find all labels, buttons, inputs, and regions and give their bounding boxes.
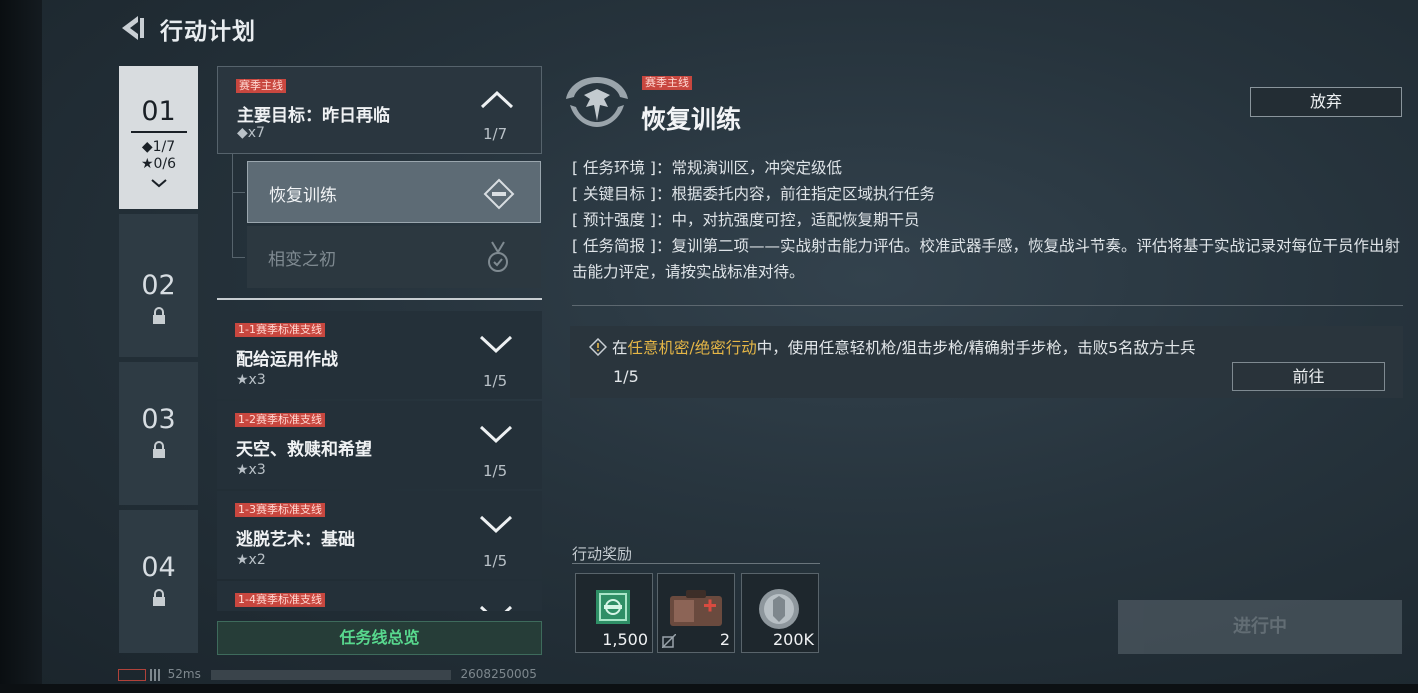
mission-tag: 赛季主线 <box>236 79 286 93</box>
mission-title: 天空、救赎和希望 <box>236 440 372 460</box>
side-mission-card-1-2[interactable]: 1-2赛季标准支线 天空、救赎和希望 ★x3 1/5 <box>217 401 542 489</box>
sub-mission-recovery-training[interactable]: 恢复训练 <box>247 161 541 223</box>
mission-tag: 1-3赛季标准支线 <box>235 503 325 517</box>
supply-crate-icon <box>596 590 630 624</box>
mission-info: [ 任务环境 ]：常规演训区，冲突定级低 [ 关键目标 ]：根据委托内容，前往指… <box>572 155 1402 285</box>
chapter-tab-01[interactable]: 01 ◆1/7 ★0/6 <box>119 66 198 209</box>
rewards-label: 行动奖励 <box>572 545 633 563</box>
side-mission-card-1-4[interactable]: 1-4赛季标准支线 <box>217 581 542 611</box>
chapter-tab-03[interactable]: 03 <box>119 362 198 505</box>
chapter-underline <box>130 131 187 133</box>
mission-tag: 1-4赛季标准支线 <box>235 593 325 607</box>
lock-icon <box>152 589 165 606</box>
mission-count: 1/5 <box>483 552 508 570</box>
eagle-emblem-icon <box>566 77 628 127</box>
task-highlight: 任意机密/绝密行动 <box>627 339 757 357</box>
mission-tag: 1-1赛季标准支线 <box>235 323 325 337</box>
reward-amount: 200K <box>772 630 814 649</box>
chevron-up-icon[interactable] <box>480 89 514 111</box>
tree-branch <box>233 257 245 258</box>
side-mission-card-1-1[interactable]: 1-1赛季标准支线 配给运用作战 ★x3 1/5 <box>217 311 542 399</box>
info-row-key-objective: [ 关键目标 ]：根据委托内容，前往指定区域执行任务 <box>572 185 935 203</box>
chevron-down-icon[interactable] <box>479 513 513 535</box>
in-progress-button: 进行中 <box>1118 600 1402 654</box>
bottom-edge <box>0 684 1418 693</box>
chevron-down-icon[interactable] <box>479 333 513 355</box>
alert-diamond-icon <box>589 338 607 356</box>
sub-mission-label: 恢复训练 <box>269 186 337 206</box>
left-edge <box>0 0 42 693</box>
ping-value: 52ms <box>167 667 201 681</box>
back-arrow-icon[interactable] <box>118 14 148 42</box>
status-bar: 52ms 2608250005 <box>118 667 537 681</box>
main-mission-card[interactable]: 赛季主线 主要目标：昨日再临 ◆x7 1/7 <box>217 66 542 154</box>
unbound-icon <box>662 634 676 648</box>
detail-title: 恢复训练 <box>641 105 742 134</box>
section-divider <box>572 305 1403 306</box>
abandon-button[interactable]: 放弃 <box>1250 87 1402 117</box>
chapter-star-progress: ★0/6 <box>140 156 177 172</box>
target-diamond-icon <box>483 178 515 210</box>
mission-tag: 1-2赛季标准支线 <box>235 413 325 427</box>
mission-count: 1/5 <box>483 462 508 480</box>
info-row-environment: [ 任务环境 ]：常规演训区，冲突定级低 <box>572 159 842 177</box>
tree-branch <box>233 192 245 193</box>
signal-icon <box>149 668 164 681</box>
goto-button[interactable]: 前往 <box>1232 362 1385 391</box>
lock-icon <box>152 441 165 458</box>
mission-title: 配给运用作战 <box>236 350 338 370</box>
redacted-name <box>210 669 451 680</box>
chapter-number: 04 <box>141 552 176 583</box>
rewards-underline <box>572 563 820 564</box>
medal-check-icon <box>488 241 508 272</box>
mission-overview-button[interactable]: 任务线总览 <box>217 621 542 655</box>
reward-item[interactable]: 1,500 <box>575 573 653 653</box>
mission-reward: ★x2 <box>236 552 266 568</box>
reward-item[interactable]: 2 <box>657 573 735 653</box>
chevron-down-icon[interactable] <box>479 603 513 611</box>
chapter-number: 01 <box>141 96 176 127</box>
side-mission-card-1-3[interactable]: 1-3赛季标准支线 逃脱艺术：基础 ★x2 1/5 <box>217 491 542 579</box>
uid-value: 2608250005 <box>460 667 537 681</box>
medkit-icon <box>670 590 722 626</box>
chapter-number: 03 <box>141 404 176 435</box>
mission-count: 1/7 <box>483 125 508 143</box>
info-row-intensity: [ 预计强度 ]：中，对抗强度可控，适配恢复期干员 <box>572 211 920 229</box>
mission-reward: ★x3 <box>236 372 266 388</box>
chapter-tab-02[interactable]: 02 <box>119 214 198 357</box>
reward-amount: 1,500 <box>602 630 648 649</box>
chevron-down-icon[interactable] <box>479 423 513 445</box>
chapter-diamond-progress: ◆1/7 <box>141 139 176 155</box>
lock-icon <box>152 307 165 324</box>
mission-title: 主要目标：昨日再临 <box>237 106 390 126</box>
mission-title: 逃脱艺术：基础 <box>236 530 355 550</box>
tree-connector <box>232 154 233 258</box>
reward-amount: 2 <box>719 630 730 649</box>
task-progress: 1/5 <box>613 367 639 386</box>
sub-mission-label: 相变之初 <box>268 250 336 270</box>
list-divider <box>217 298 542 300</box>
coin-icon <box>759 589 799 629</box>
chevron-down-icon <box>150 179 167 188</box>
detail-tag: 赛季主线 <box>642 76 692 90</box>
chapter-tab-04[interactable]: 04 <box>119 510 198 653</box>
chapter-number: 02 <box>141 270 176 301</box>
info-row-briefing: [ 任务简报 ]：复训第二项——实战射击能力评估。校准武器手感，恢复战斗节奏。评… <box>572 237 1400 281</box>
page-title: 行动计划 <box>160 19 256 45</box>
mission-reward: ◆x7 <box>237 125 265 141</box>
reward-item[interactable]: 200K <box>741 573 819 653</box>
sub-mission-phase-start[interactable]: 相变之初 <box>247 226 541 288</box>
task-objective: 在任意机密/绝密行动中，使用任意轻机枪/狙击步枪/精确射手步枪，击败5名敌方士兵 <box>612 339 1196 357</box>
battery-icon <box>118 668 146 681</box>
mission-count: 1/5 <box>483 372 508 390</box>
mission-reward: ★x3 <box>236 462 266 478</box>
